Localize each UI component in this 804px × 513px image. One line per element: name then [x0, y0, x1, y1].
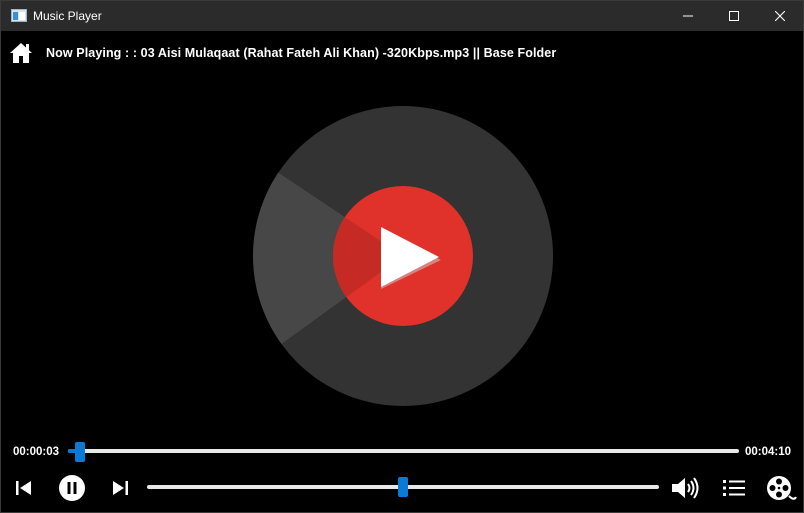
total-time: 00:04:10: [745, 446, 792, 458]
pause-icon: [59, 475, 85, 501]
minimize-icon: [683, 15, 693, 17]
app-window-icon: [11, 9, 27, 22]
play-logo-icon: [253, 106, 553, 406]
next-button[interactable]: [109, 477, 131, 499]
playlist-button[interactable]: [721, 477, 747, 499]
seek-thumb[interactable]: [75, 442, 86, 462]
current-time: 00:00:03: [13, 446, 60, 458]
window-title: Music Player: [33, 9, 102, 23]
close-button[interactable]: [757, 1, 803, 31]
volume-slider-thumb[interactable]: [398, 477, 408, 497]
volume-icon: [672, 477, 699, 499]
home-icon[interactable]: [9, 42, 33, 64]
volume-button[interactable]: [670, 476, 702, 500]
close-icon: [775, 11, 785, 21]
title-bar[interactable]: Music Player: [1, 1, 803, 31]
now-playing-label: Now Playing : : 03 Aisi Mulaqaat (Rahat …: [46, 46, 557, 60]
previous-button[interactable]: [13, 477, 35, 499]
music-player-window: Music Player Now Playing : : 03 Aisi Mul…: [0, 0, 804, 513]
skip-next-icon: [113, 481, 128, 495]
minimize-button[interactable]: [665, 1, 711, 31]
maximize-icon: [729, 11, 739, 21]
playlist-icon: [723, 480, 745, 496]
media-library-button[interactable]: [765, 474, 797, 504]
film-reel-icon: [767, 476, 797, 500]
skip-previous-icon: [16, 481, 31, 495]
pause-button[interactable]: [58, 474, 86, 502]
maximize-button[interactable]: [711, 1, 757, 31]
seek-bar-track[interactable]: [68, 449, 739, 453]
